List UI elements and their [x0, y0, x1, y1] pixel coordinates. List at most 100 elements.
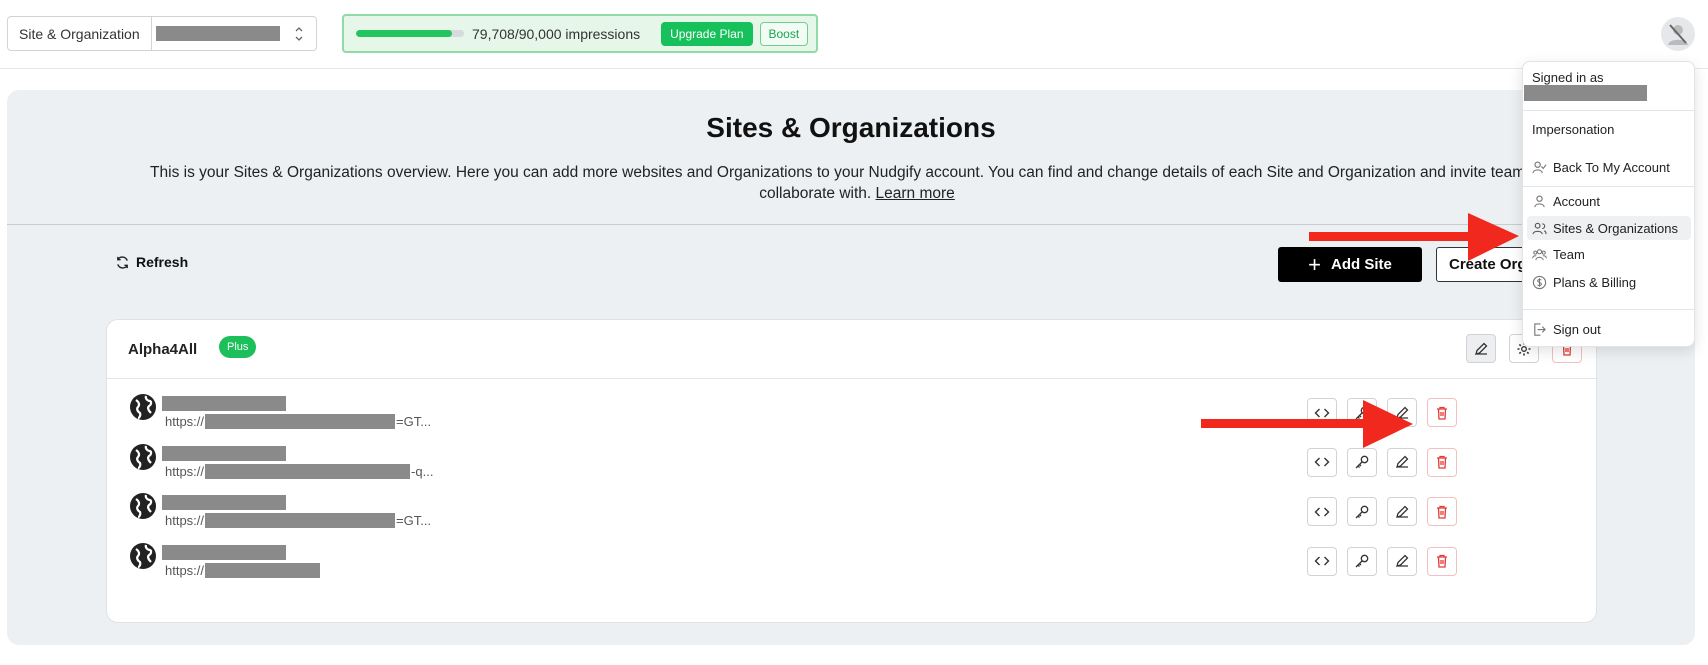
site-url-prefix: https:// — [165, 414, 205, 429]
code-icon — [1314, 507, 1330, 516]
menu-item-account[interactable]: Account — [1527, 189, 1691, 213]
site-url-prefix: https:// — [165, 513, 205, 528]
pencil-icon — [1475, 342, 1488, 355]
signed-in-email-redacted — [1524, 85, 1647, 101]
user-check-icon — [1532, 161, 1547, 173]
user-icon — [1534, 195, 1545, 207]
sign-out-label: Sign out — [1553, 321, 1601, 337]
plan-badge: Plus — [219, 336, 257, 358]
site-url-redacted — [205, 562, 321, 578]
edit-organization-button[interactable] — [1466, 334, 1496, 363]
organization-card: Alpha4All Plus https:// =GT... https:// -q.… — [106, 319, 1597, 623]
user-dropdown-menu: Signed in as Impersonation Back To My Ac… — [1522, 61, 1695, 347]
menu-item-sign-out[interactable]: Sign out — [1527, 317, 1691, 341]
refresh-icon — [117, 255, 128, 269]
site-url-redacted — [205, 513, 396, 528]
site-url: https:// =GT... — [165, 513, 431, 528]
impressions-progress-bar — [356, 30, 464, 37]
embed-code-button[interactable] — [1307, 497, 1337, 526]
site-url: https:// — [165, 562, 321, 578]
description-text-line2: collaborate with. — [759, 185, 872, 202]
sign-out-icon — [1534, 322, 1546, 336]
menu-item-label: Plans & Billing — [1553, 274, 1637, 290]
embed-code-button[interactable] — [1307, 546, 1337, 576]
globe-icon — [130, 493, 156, 519]
key-icon — [1355, 505, 1369, 518]
trash-icon — [1437, 554, 1447, 568]
upgrade-plan-button[interactable]: Upgrade Plan — [661, 21, 753, 46]
code-icon — [1314, 556, 1330, 566]
menu-item-label: Team — [1553, 246, 1585, 262]
users-icon — [1532, 222, 1547, 234]
refresh-button[interactable]: Refresh — [115, 254, 188, 270]
embed-code-button[interactable] — [1307, 447, 1337, 477]
boost-button[interactable]: Boost — [759, 21, 809, 46]
site-url-suffix: -q... — [411, 463, 434, 479]
chevron-updown-icon — [295, 27, 303, 41]
delete-site-button[interactable] — [1427, 497, 1457, 526]
main-panel: Sites & Organizations This is your Sites… — [7, 90, 1695, 645]
menu-item-sites-organizations[interactable]: Sites & Organizations — [1527, 216, 1691, 240]
site-url: https:// =GT... — [165, 414, 431, 429]
globe-icon — [130, 542, 156, 569]
refresh-label: Refresh — [136, 254, 189, 270]
site-url-redacted — [205, 463, 411, 479]
usage-banner: 79,708/90,000 impressions Upgrade Plan B… — [342, 14, 818, 53]
site-row: https:// — [107, 539, 1596, 591]
menu-item-label: Account — [1553, 193, 1600, 209]
menu-item-back-to-account[interactable]: Back To My Account — [1527, 155, 1691, 179]
trash-icon — [1437, 406, 1447, 420]
pencil-icon — [1396, 554, 1409, 567]
delete-site-button[interactable] — [1427, 447, 1457, 477]
delete-site-button[interactable] — [1427, 546, 1457, 576]
annotation-arrow-row — [1201, 400, 1413, 448]
edit-site-button[interactable] — [1387, 497, 1417, 526]
menu-item-team[interactable]: Team — [1527, 242, 1691, 266]
site-url-suffix: =GT... — [396, 414, 432, 429]
impersonation-label: Impersonation — [1532, 122, 1615, 137]
site-name-redacted — [162, 396, 286, 411]
edit-site-button[interactable] — [1387, 546, 1417, 576]
signed-in-label: Signed in as — [1532, 70, 1604, 85]
team-icon — [1532, 248, 1547, 260]
page-description: This is your Sites & Organizations overv… — [107, 162, 1607, 204]
avatar[interactable] — [1661, 17, 1695, 51]
key-icon — [1355, 554, 1369, 568]
annotation-arrow-menu — [1309, 213, 1519, 261]
site-key-button[interactable] — [1347, 546, 1377, 576]
site-key-button[interactable] — [1347, 447, 1377, 477]
site-name-redacted — [162, 445, 286, 461]
site-url-prefix: https:// — [165, 463, 205, 479]
trash-icon — [1437, 505, 1447, 519]
site-name-redacted — [162, 495, 286, 510]
description-text: This is your Sites & Organizations overv… — [150, 164, 1564, 181]
organization-name: Alpha4All — [128, 341, 198, 358]
edit-site-button[interactable] — [1387, 447, 1417, 477]
top-bar: Site & Organization 79,708/90,000 impres… — [0, 0, 1708, 69]
pencil-icon — [1396, 455, 1409, 468]
pencil-icon — [1396, 505, 1409, 518]
impressions-text: 79,708/90,000 impressions — [472, 25, 641, 42]
back-to-account-label: Back To My Account — [1553, 159, 1670, 175]
site-row: https:// =GT... — [107, 489, 1596, 541]
code-icon — [1314, 457, 1330, 467]
site-url-prefix: https:// — [165, 562, 205, 578]
menu-item-plans-billing[interactable]: Plans & Billing — [1527, 270, 1691, 294]
delete-site-button[interactable] — [1427, 398, 1457, 427]
site-organization-select[interactable]: Site & Organization — [7, 16, 317, 51]
globe-icon — [130, 443, 156, 470]
dollar-icon — [1532, 275, 1547, 289]
page-title: Sites & Organizations — [706, 112, 996, 143]
site-key-button[interactable] — [1347, 497, 1377, 526]
site-organization-label: Site & Organization — [8, 17, 152, 50]
site-name-redacted — [162, 544, 286, 560]
page-header: Sites & Organizations This is your Sites… — [7, 90, 1695, 225]
globe-icon — [130, 394, 156, 420]
site-url: https:// -q... — [165, 463, 434, 479]
menu-item-label: Sites & Organizations — [1553, 220, 1679, 236]
trash-icon — [1437, 455, 1447, 469]
site-url-suffix: =GT... — [396, 513, 432, 528]
learn-more-link[interactable]: Learn more — [876, 185, 955, 202]
selected-site-redacted — [155, 26, 280, 41]
site-url-redacted — [205, 414, 396, 429]
